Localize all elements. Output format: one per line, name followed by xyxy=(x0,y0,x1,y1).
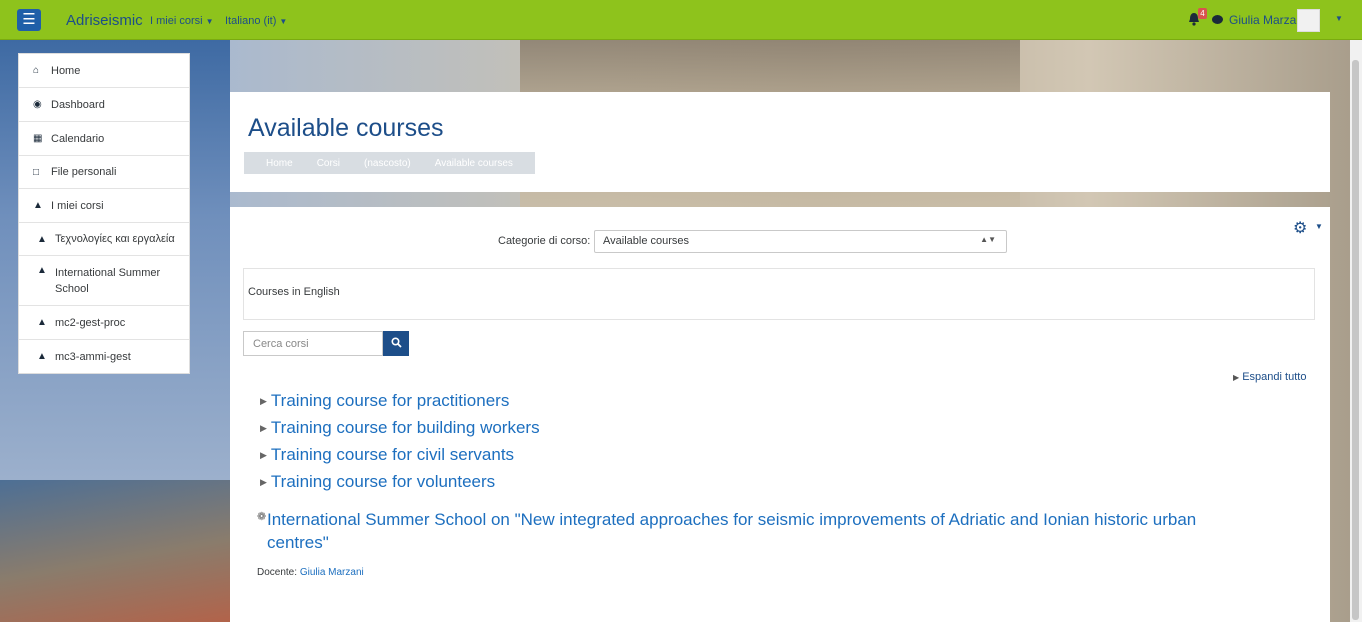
guest-access-icon: ❁ xyxy=(257,511,267,523)
language-menu[interactable]: Italiano (it) ▼ xyxy=(225,15,287,27)
search-button[interactable] xyxy=(383,331,409,356)
course-category-link[interactable]: ▶ Training course for practitioners xyxy=(260,391,509,411)
page-scrollbar[interactable] xyxy=(1350,40,1362,622)
home-icon: ⌂ xyxy=(33,65,40,76)
graduation-cap-icon: ▲ xyxy=(33,200,43,211)
sidebar-item-label: Home xyxy=(51,64,81,77)
page-header: Available courses Home Corsi (nascosto) … xyxy=(230,92,1330,192)
category-select-value: Available courses xyxy=(603,235,690,247)
caret-right-icon: ▶ xyxy=(260,477,267,487)
expand-all-link[interactable]: ▶ Espandi tutto xyxy=(1233,371,1306,383)
course-category-link[interactable]: ▶ Training course for civil servants xyxy=(260,445,514,465)
notification-badge: 4 xyxy=(1198,8,1207,19)
sidebar-item-my-courses[interactable]: ▲ I miei corsi xyxy=(19,189,189,223)
calendar-icon: ▦ xyxy=(33,133,43,144)
expand-all-label: Espandi tutto xyxy=(1242,371,1307,383)
top-navbar: ☰ Adriseismic I miei corsi ▼ Italiano (it… xyxy=(0,0,1362,40)
caret-down-icon: ▼ xyxy=(279,17,288,26)
caret-right-icon: ▶ xyxy=(260,450,267,460)
caret-right-icon: ▶ xyxy=(260,423,267,433)
course-category-label: Training course for civil servants xyxy=(270,445,515,464)
graduation-cap-icon: ▲ xyxy=(37,233,47,245)
graduation-cap-icon: ▲ xyxy=(37,265,47,276)
sidebar-item-label: Dashboard xyxy=(51,98,105,111)
message-icon[interactable] xyxy=(1212,15,1223,24)
sidebar-item-course-summer-school[interactable]: ▲ International Summer School xyxy=(19,256,189,306)
sidebar-item-label: Calendario xyxy=(51,132,105,145)
user-name[interactable]: Giulia Marzani xyxy=(1229,13,1306,27)
course-category-label: Training course for practitioners xyxy=(270,391,510,410)
search-icon xyxy=(390,337,402,348)
course-category-label: Training course for building workers xyxy=(270,418,540,437)
course-category-link[interactable]: ▶ Training course for building workers xyxy=(260,418,540,438)
sidebar-item-label: mc3-ammi-gest xyxy=(55,350,131,363)
gear-icon[interactable]: ⚙ xyxy=(1293,218,1307,238)
caret-right-icon: ▶ xyxy=(1233,373,1240,382)
sidebar-item-files[interactable]: □ File personali xyxy=(19,156,189,189)
teacher-link[interactable]: Giulia Marzani xyxy=(300,567,364,578)
page-title: Available courses xyxy=(248,114,444,142)
graduation-cap-icon: ▲ xyxy=(37,351,47,362)
scrollbar-thumb[interactable] xyxy=(1352,60,1359,620)
select-arrows-icon: ▲▼ xyxy=(980,235,996,244)
background-roofs xyxy=(0,480,230,622)
sidebar-item-home[interactable]: ⌂ Home xyxy=(19,54,189,88)
my-courses-menu[interactable]: I miei corsi ▼ xyxy=(150,15,213,27)
caret-right-icon: ▶ xyxy=(260,396,267,406)
graduation-cap-icon: ▲ xyxy=(37,317,47,328)
course-category-label: Training course for volunteers xyxy=(270,472,496,491)
language-menu-label: Italiano (it) xyxy=(225,15,277,27)
sidebar-item-label: International Summer School xyxy=(55,267,161,295)
site-brand[interactable]: Adriseismic xyxy=(66,12,143,29)
category-description-text: Courses in English xyxy=(248,286,340,298)
breadcrumb: Home Corsi (nascosto) Available courses xyxy=(244,152,535,174)
user-menu-caret-icon[interactable]: ▼ xyxy=(1335,14,1343,23)
sidebar-nav: ⌂ Home ◉ Dashboard ▦ Calendario □ File p… xyxy=(18,53,190,374)
sidebar-item-label: mc2-gest-proc xyxy=(55,316,126,329)
teacher-label: Docente: xyxy=(257,567,298,578)
sidebar-item-label: Τεχνολογίες και εργαλεία xyxy=(55,233,175,245)
category-label: Categorie di corso: xyxy=(498,235,591,247)
sidebar-item-course-technologies[interactable]: ▲ Τεχνολογίες και εργαλεία xyxy=(19,223,189,256)
breadcrumb-item-courses[interactable]: Corsi xyxy=(305,158,352,169)
search-input[interactable]: Cerca corsi xyxy=(243,331,383,356)
menu-toggle-button[interactable]: ☰ xyxy=(17,9,41,31)
caret-down-icon: ▼ xyxy=(205,17,214,26)
sidebar-item-course-mc2[interactable]: ▲ mc2-gest-proc xyxy=(19,306,189,340)
sidebar-item-calendar[interactable]: ▦ Calendario xyxy=(19,122,189,156)
category-description: Courses in English xyxy=(243,268,1315,320)
hamburger-icon: ☰ xyxy=(22,11,36,28)
dashboard-icon: ◉ xyxy=(33,99,42,110)
sidebar-item-label: File personali xyxy=(51,166,117,178)
course-teacher: Docente: Giulia Marzani xyxy=(257,567,364,578)
breadcrumb-item-current: Available courses xyxy=(434,157,513,169)
file-icon: □ xyxy=(33,166,40,178)
category-select[interactable]: Available courses ▲▼ xyxy=(594,230,1007,253)
main-content: ⚙ ▼ Categorie di corso: Available course… xyxy=(230,207,1330,622)
sidebar-item-dashboard[interactable]: ◉ Dashboard xyxy=(19,88,189,122)
settings-caret-icon[interactable]: ▼ xyxy=(1315,222,1323,231)
sidebar-item-course-mc3[interactable]: ▲ mc3-ammi-gest xyxy=(19,340,189,373)
my-courses-menu-label: I miei corsi xyxy=(150,15,203,27)
breadcrumb-item-hidden[interactable]: (nascosto) xyxy=(352,158,423,169)
course-link-summer-school[interactable]: International Summer School on "New inte… xyxy=(267,508,1257,554)
avatar[interactable] xyxy=(1297,9,1320,32)
breadcrumb-item-home[interactable]: Home xyxy=(254,158,305,169)
sidebar-item-label: I miei corsi xyxy=(51,199,104,212)
course-category-link[interactable]: ▶ Training course for volunteers xyxy=(260,472,495,492)
